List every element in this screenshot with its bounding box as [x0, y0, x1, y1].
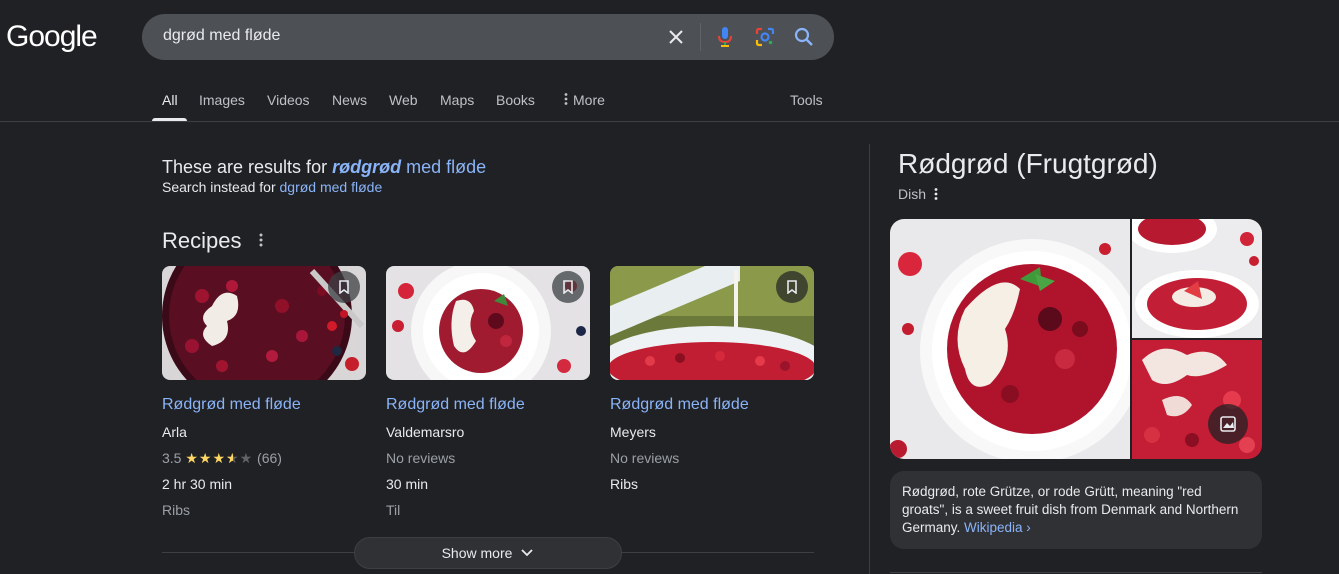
recipe-time: 2 hr 30 min: [162, 476, 233, 492]
recipe-source: Arla: [162, 424, 187, 440]
recipe-category: Til: [386, 502, 401, 518]
microphone-icon[interactable]: [713, 25, 737, 49]
recipe-image[interactable]: [610, 266, 814, 380]
show-more-button[interactable]: Show more: [354, 537, 622, 569]
recipe-rating: No reviews: [386, 450, 456, 466]
tab-web[interactable]: Web: [389, 92, 418, 108]
knowledge-panel-gallery[interactable]: [890, 219, 1262, 459]
recipe-rating: No reviews: [610, 450, 680, 466]
tab-images[interactable]: Images: [199, 92, 245, 108]
recipe-source: Valdemarsro: [386, 424, 465, 440]
more-options-icon[interactable]: [932, 187, 940, 201]
search-icon[interactable]: [792, 25, 816, 49]
recipes-heading: Recipes: [162, 228, 242, 253]
recipe-title[interactable]: Rødgrød med fløde: [162, 396, 301, 414]
search-input[interactable]: dgrød med fløde: [163, 27, 280, 45]
tools-button[interactable]: Tools: [790, 92, 823, 108]
recipe-card[interactable]: Rødgrød med fløde Meyers No reviews Ribs: [610, 266, 814, 492]
knowledge-panel-description: Rødgrød, rote Grütze, or rode Grütt, mea…: [890, 471, 1262, 549]
corrected-rest: med fløde: [401, 157, 487, 177]
recipe-card[interactable]: Rødgrød med fløde Arla 3.5 ★★★★★★ (66) 2…: [162, 266, 366, 518]
recipe-category: Ribs: [610, 476, 639, 492]
knowledge-panel-subtitle: Dish: [898, 186, 927, 202]
spelling-correction: These are results for rødgrød med fløde: [162, 157, 486, 178]
google-lens-icon[interactable]: [753, 25, 777, 49]
search-bar[interactable]: dgrød med fløde: [142, 14, 834, 60]
recipe-time: 30 min: [386, 476, 429, 492]
correction-prefix: These are results for: [162, 157, 333, 177]
recipe-rating: 3.5 ★★★★★★ (66): [162, 450, 282, 467]
show-more-label: Show more: [441, 545, 513, 561]
more-options-icon[interactable]: [256, 232, 266, 248]
recipe-source: Meyers: [610, 424, 656, 440]
gallery-image[interactable]: [1132, 340, 1262, 459]
google-logo[interactable]: Google: [6, 20, 98, 54]
instead-prefix: Search instead for: [162, 179, 280, 195]
recipe-card[interactable]: Rødgrød med fløde Valdemarsro No reviews…: [386, 266, 590, 518]
tab-more-label: More: [573, 92, 605, 108]
rating-count: (66): [257, 450, 282, 466]
recipe-category: Ribs: [162, 502, 191, 518]
tab-videos[interactable]: Videos: [267, 92, 310, 108]
wikipedia-link[interactable]: Wikipedia ›: [964, 520, 1031, 535]
bookmark-icon[interactable]: [776, 271, 808, 303]
recipe-title[interactable]: Rødgrød med fløde: [610, 396, 749, 414]
description-text: Rødgrød, rote Grütze, or rode Grütt, mea…: [902, 484, 1239, 535]
more-vert-icon: [564, 93, 568, 105]
search-instead: Search instead for dgrød med fløde: [162, 179, 382, 195]
rating-value: 3.5: [162, 450, 182, 466]
tab-books[interactable]: Books: [496, 92, 535, 108]
gallery-image[interactable]: [1132, 219, 1262, 338]
gallery-main-image[interactable]: [890, 219, 1130, 459]
recipe-image[interactable]: [386, 266, 590, 380]
tab-all[interactable]: All: [162, 92, 178, 108]
corrected-word: rødgrød: [332, 157, 402, 177]
knowledge-panel-bottom-divider: [890, 572, 1262, 573]
tab-maps[interactable]: Maps: [440, 92, 474, 108]
star-rating-icon: ★★★★★★: [185, 450, 254, 466]
header-divider: [0, 121, 1339, 122]
search-divider: [700, 23, 701, 51]
corrected-query-link[interactable]: rødgrød med fløde: [332, 157, 486, 177]
original-query-link[interactable]: dgrød med fløde: [280, 179, 383, 195]
knowledge-panel-title: Rødgrød (Frugtgrød): [898, 148, 1158, 179]
bookmark-icon[interactable]: [328, 271, 360, 303]
recipe-title[interactable]: Rødgrød med fløde: [386, 396, 525, 414]
knowledge-panel-divider: [869, 144, 870, 574]
tab-news[interactable]: News: [332, 92, 367, 108]
bookmark-icon[interactable]: [552, 271, 584, 303]
chevron-down-icon: [521, 549, 534, 557]
recipe-image[interactable]: [162, 266, 366, 380]
close-icon[interactable]: [664, 25, 688, 49]
tab-more[interactable]: More: [563, 92, 605, 108]
